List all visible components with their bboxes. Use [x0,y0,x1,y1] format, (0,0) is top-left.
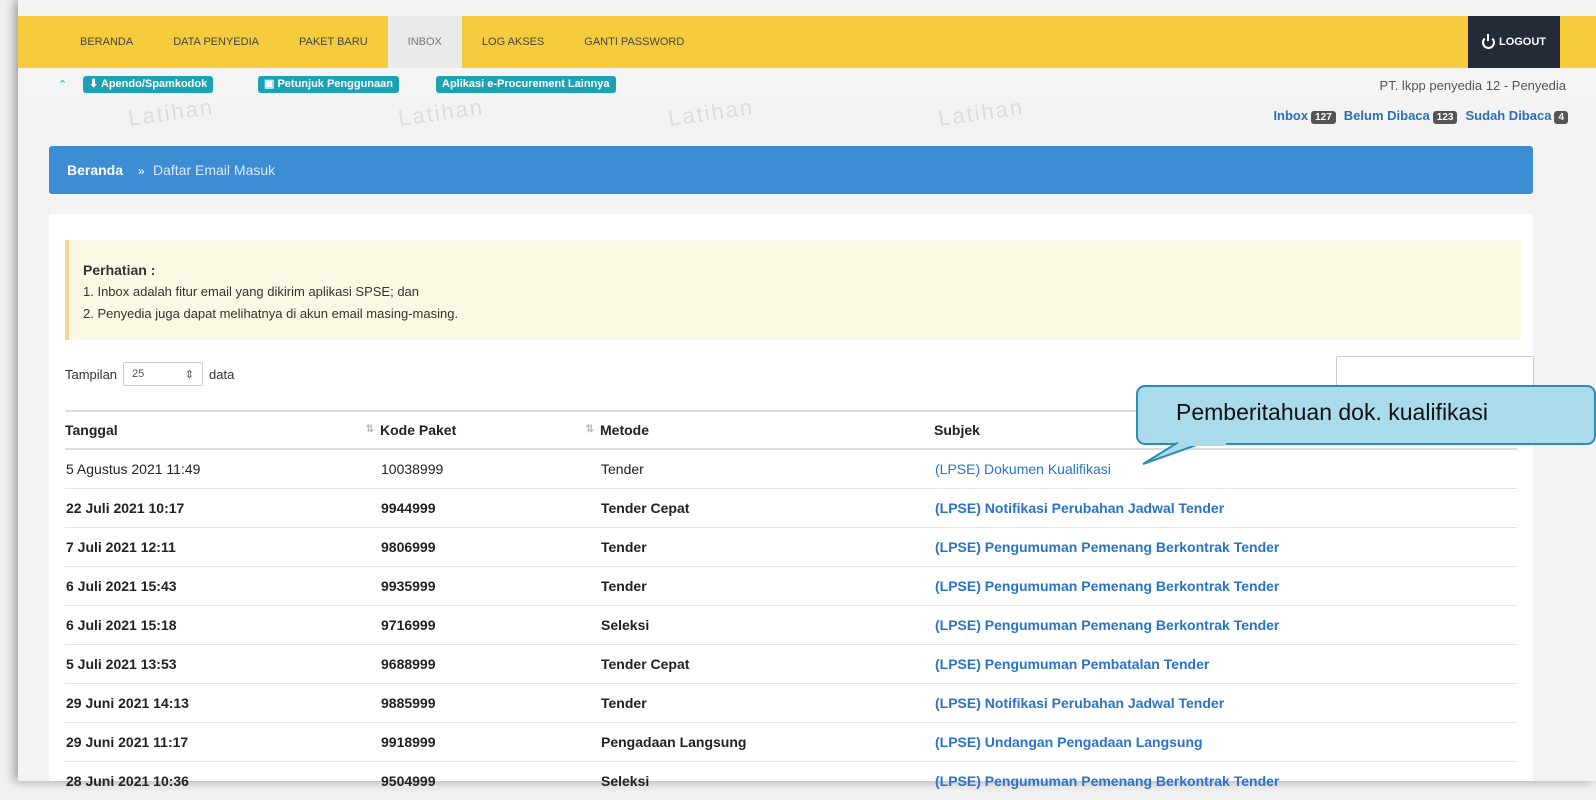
eproc-link[interactable]: Aplikasi e-Procurement Lainnya [436,76,616,93]
page-size-select[interactable]: 25 ⇕ [123,362,203,386]
metode-cell: Tender [601,578,647,594]
table-row[interactable]: 22 Juli 2021 10:17 9944999 Tender Cepat (LP… [65,489,1517,528]
subjek-link[interactable]: (LPSE) Notifikasi Perubahan Jadwal Tende… [935,500,1224,516]
tampilan-label: Tampilan [65,367,117,382]
kode-paket-cell: 9716999 [381,617,436,633]
breadcrumb-separator: » [138,164,145,178]
breadcrumb: Beranda » Daftar Email Masuk [49,146,1533,194]
inbox-counts: Inbox127 Belum Dibaca123 Sudah Dibaca4 [1273,108,1568,124]
sub-toolbar: ⌃ ⬇ Apendo/Spamkodok ▣ Petunjuk Pengguna… [18,68,1596,102]
sort-icon: ⇅ [586,424,594,435]
table-row[interactable]: 29 Juni 2021 14:13 9885999 Tender (LPSE) No… [65,684,1517,723]
sort-icon: ⇅ [366,424,374,435]
petunjuk-link[interactable]: ▣ Petunjuk Penggunaan [258,76,399,93]
tanggal-cell: 6 Juli 2021 15:18 [66,617,177,633]
nav-ganti-password[interactable]: GANTI PASSWORD [564,16,704,68]
top-navbar: BERANDA DATA PENYEDIA PAKET BARU INBOX L… [18,16,1596,68]
collapse-up-icon[interactable]: ⌃ [58,78,67,91]
metode-cell: Seleksi [601,617,649,633]
subjek-link[interactable]: (LPSE) Pengumuman Pembatalan Tender [935,656,1209,672]
tanggal-cell: 5 Juli 2021 13:53 [66,656,177,672]
kode-paket-cell: 9806999 [381,539,436,555]
metode-cell: Seleksi [601,773,649,789]
metode-cell: Tender Cepat [601,500,689,516]
subjek-link[interactable]: (LPSE) Notifikasi Perubahan Jadwal Tende… [935,695,1224,711]
notice-box: Perhatian : 1. Inbox adalah fitur email … [65,240,1521,340]
kode-paket-cell: 9935999 [381,578,436,594]
notice-line-1: 1. Inbox adalah fitur email yang dikirim… [83,284,419,299]
subjek-link[interactable]: (LPSE) Undangan Pengadaan Langsung [935,734,1203,750]
tanggal-cell: 7 Juli 2021 12:11 [66,539,176,555]
nav-inbox[interactable]: INBOX [388,16,462,68]
main-nav: BERANDA DATA PENYEDIA PAKET BARU INBOX L… [60,16,704,68]
read-count-link[interactable]: Sudah Dibaca4 [1465,108,1568,124]
tanggal-cell: 5 Agustus 2021 11:49 [66,461,200,477]
breadcrumb-current: Daftar Email Masuk [153,162,275,178]
unread-count-link[interactable]: Belum Dibaca123 [1344,108,1458,124]
metode-cell: Pengadaan Langsung [601,734,746,750]
table-row[interactable]: 5 Juli 2021 13:53 9688999 Tender Cepat (LPS… [65,645,1517,684]
table-row[interactable]: 5 Agustus 2021 11:49 10038999 Tender (LPSE)… [65,449,1517,489]
nav-log-akses[interactable]: LOG AKSES [462,16,564,68]
table-row[interactable]: 29 Juni 2021 11:17 9918999 Pengadaan Langs… [65,723,1517,762]
logout-button[interactable]: LOGOUT [1468,16,1560,68]
kode-paket-cell: 9885999 [381,695,436,711]
updown-icon: ⇕ [185,368,194,381]
table-row[interactable]: 6 Juli 2021 15:43 9935999 Tender (LPSE) Pen… [65,567,1517,606]
table-row[interactable]: 6 Juli 2021 15:18 9716999 Seleksi (LPSE) Pe… [65,606,1517,645]
annotation-callout: Pemberitahuan dok. kualifikasi [1136,385,1596,445]
kode-paket-cell: 9504999 [381,773,436,789]
metode-cell: Tender [601,461,644,477]
metode-cell: Tender [601,695,647,711]
col-kode-paket[interactable]: Kode Paket⇅ [380,411,600,449]
apendo-link[interactable]: ⬇ Apendo/Spamkodok [83,76,213,93]
tanggal-cell: 22 Juli 2021 10:17 [66,500,184,516]
subjek-link[interactable]: (LPSE) Pengumuman Pemenang Berkontrak Te… [935,773,1279,789]
tanggal-cell: 6 Juli 2021 15:43 [66,578,177,594]
table-row[interactable]: 7 Juli 2021 12:11 9806999 Tender (LPSE) Pen… [65,528,1517,567]
search-input[interactable] [1336,356,1534,386]
logout-label: LOGOUT [1499,36,1546,48]
power-icon [1482,36,1495,49]
kode-paket-cell: 9688999 [381,656,436,672]
kode-paket-cell: 10038999 [381,461,443,477]
inbox-table: Tanggal⇅ Kode Paket⇅ Metode Subjek 5 Agu… [65,410,1517,800]
company-name: PT. lkpp penyedia 12 - Penyedia [1380,78,1566,93]
kode-paket-cell: 9944999 [381,500,436,516]
col-tanggal[interactable]: Tanggal⇅ [65,411,380,449]
tanggal-cell: 29 Juni 2021 14:13 [66,695,189,711]
subjek-link[interactable]: (LPSE) Pengumuman Pemenang Berkontrak Te… [935,578,1279,594]
content-panel: Perhatian : 1. Inbox adalah fitur email … [49,214,1533,781]
subjek-link[interactable]: (LPSE) Pengumuman Pemenang Berkontrak Te… [935,617,1279,633]
nav-beranda[interactable]: BERANDA [60,16,153,68]
tanggal-cell: 29 Juni 2021 11:17 [66,734,188,750]
col-metode[interactable]: Metode [600,411,934,449]
callout-text: Pemberitahuan dok. kualifikasi [1176,399,1488,426]
page-size-control: Tampilan 25 ⇕ data [65,362,234,386]
metode-cell: Tender Cepat [601,656,689,672]
tampilan-suffix: data [209,367,234,382]
subjek-link[interactable]: (LPSE) Dokumen Kualifikasi [935,461,1111,477]
breadcrumb-home[interactable]: Beranda [67,162,123,178]
inbox-count-link[interactable]: Inbox127 [1273,108,1335,124]
notice-title: Perhatian : [83,262,155,278]
notice-line-2: 2. Penyedia juga dapat melihatnya di aku… [83,306,458,321]
subjek-link[interactable]: (LPSE) Pengumuman Pemenang Berkontrak Te… [935,539,1279,555]
nav-data-penyedia[interactable]: DATA PENYEDIA [153,16,279,68]
kode-paket-cell: 9918999 [381,734,436,750]
metode-cell: Tender [601,539,647,555]
nav-paket-baru[interactable]: PAKET BARU [279,16,388,68]
tanggal-cell: 28 Juni 2021 10:36 [66,773,189,789]
